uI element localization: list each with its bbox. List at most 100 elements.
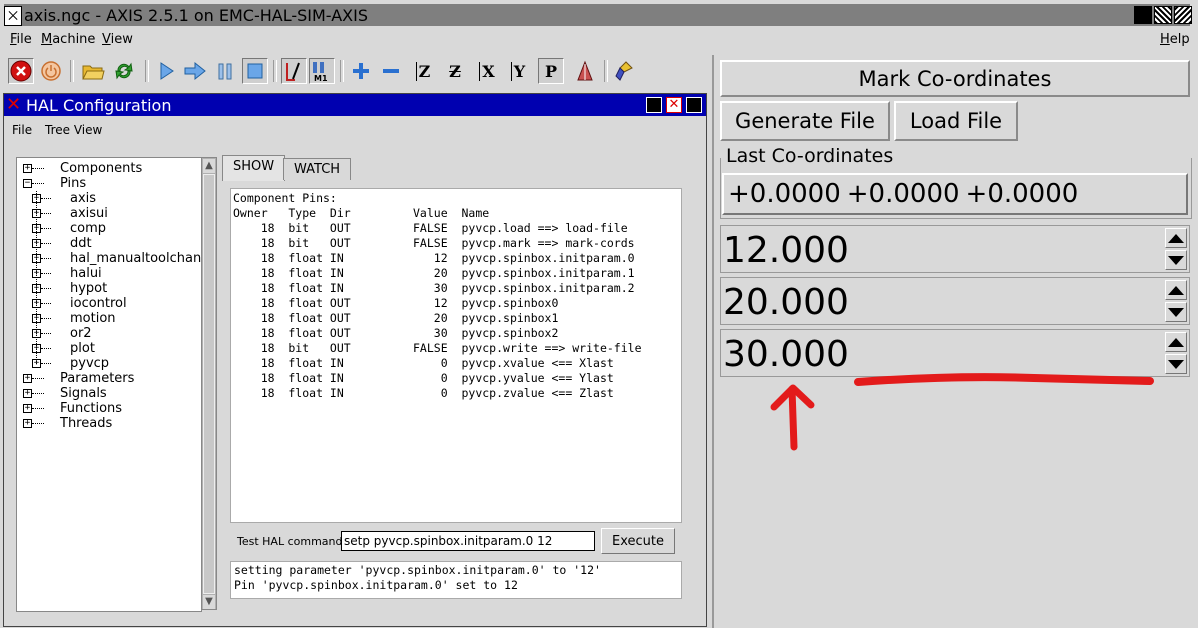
tree-item-hal-manualtoolchang[interactable]: + hal_manualtoolchang — [17, 251, 201, 266]
tree-connector — [41, 288, 51, 289]
hal-command-input[interactable] — [341, 531, 595, 551]
tree-item-label: pyvcp — [70, 356, 110, 371]
tree-connector — [32, 378, 44, 379]
zoom-in-icon[interactable] — [348, 58, 374, 84]
tree-item-axis[interactable]: + axis — [17, 191, 201, 206]
tree-item-motion[interactable]: + motion — [17, 311, 201, 326]
scroll-up-icon[interactable]: ▲ — [203, 159, 215, 173]
hal-menu-bar: File Tree View — [4, 118, 704, 140]
expand-icon[interactable]: + — [23, 374, 32, 383]
step-icon[interactable] — [182, 58, 208, 84]
tree-item-label: plot — [70, 341, 95, 356]
command-label: Test HAL command : — [237, 535, 350, 548]
estop-icon[interactable] — [8, 58, 34, 84]
tree-item-iocontrol[interactable]: + iocontrol — [17, 296, 201, 311]
expand-icon[interactable]: + — [23, 164, 32, 173]
window-title: axis.ngc - AXIS 2.5.1 on EMC-HAL-SIM-AXI… — [24, 6, 368, 25]
pause-icon[interactable] — [212, 58, 238, 84]
component-pins-text: Component Pins: Owner Type Dir Value Nam… — [233, 191, 642, 400]
hal-menu-tree-view[interactable]: Tree View — [45, 123, 102, 137]
tree-connector — [41, 198, 51, 199]
tree-item-components[interactable]: + Components — [17, 161, 201, 176]
tab-watch[interactable]: WATCH — [283, 158, 352, 180]
toggle-program-icon[interactable] — [572, 58, 598, 84]
minimize-icon[interactable] — [1134, 6, 1152, 24]
expand-icon[interactable]: + — [23, 389, 32, 398]
optional-stop-icon[interactable]: M1 — [309, 58, 335, 84]
menu-bar: File Machine View Help — [0, 30, 1198, 50]
tree-item-label: axis — [70, 191, 97, 206]
close-window-icon[interactable] — [1174, 6, 1192, 24]
pyvcp-panel: Mark Co-ordinates Generate File Load Fil… — [712, 55, 1198, 628]
tree-connector — [41, 258, 51, 259]
hal-title-bar[interactable]: ✕ HAL Configuration ✕ — [4, 94, 706, 116]
rotated-z-view-icon[interactable]: Z — [442, 58, 468, 84]
tree-item-pyvcp[interactable]: + pyvcp — [17, 356, 201, 371]
hal-minimize-icon[interactable] — [646, 97, 662, 113]
perspective-p-icon[interactable]: P — [538, 58, 564, 84]
app-icon[interactable]: ⨉ — [4, 6, 22, 26]
window-title-bar[interactable]: ⨉ axis.ngc - AXIS 2.5.1 on EMC-HAL-SIM-A… — [0, 0, 1198, 30]
tree-connector — [41, 243, 51, 244]
expand-icon[interactable]: + — [23, 404, 32, 413]
tree-item-comp[interactable]: + comp — [17, 221, 201, 236]
tree-item-label: halui — [70, 266, 102, 281]
red-annotation — [770, 373, 1154, 451]
power-icon[interactable] — [38, 58, 64, 84]
hal-close-button-icon[interactable]: ✕ — [666, 97, 682, 113]
top-view-z-icon[interactable]: Z — [410, 58, 436, 84]
stop-icon[interactable] — [242, 58, 268, 84]
open-file-icon[interactable] — [80, 58, 106, 84]
expand-icon[interactable]: + — [23, 419, 32, 428]
tree-item-label: or2 — [70, 326, 92, 341]
menu-file[interactable]: File — [10, 32, 32, 47]
scroll-thumb[interactable] — [203, 174, 215, 594]
tree-item-plot[interactable]: + plot — [17, 341, 201, 356]
hal-menu-file[interactable]: File — [12, 123, 32, 137]
hal-maximize-icon[interactable] — [686, 97, 702, 113]
hal-tree[interactable]: + Components − Pins + axis + axisui + comp + ddt + ha… — [16, 157, 202, 612]
run-icon[interactable] — [153, 58, 179, 84]
menu-machine[interactable]: Machine — [41, 32, 95, 47]
hal-window-title: HAL Configuration — [26, 96, 172, 115]
tree-guide-line — [36, 191, 37, 364]
tree-item-label: Components — [60, 161, 143, 176]
tree-item-threads[interactable]: + Threads — [17, 416, 201, 431]
tree-item-label: comp — [70, 221, 107, 236]
tree-item-label: Functions — [60, 401, 123, 416]
view-x-icon[interactable]: X — [474, 58, 500, 84]
tree-item-or2[interactable]: + or2 — [17, 326, 201, 341]
tab-show[interactable]: SHOW — [222, 155, 286, 181]
svg-text:M1: M1 — [314, 74, 328, 82]
view-y-icon[interactable]: Y — [505, 58, 531, 84]
tree-item-ddt[interactable]: + ddt — [17, 236, 201, 251]
tree-connector — [41, 213, 51, 214]
tree-item-signals[interactable]: + Signals — [17, 386, 201, 401]
block-delete-icon[interactable] — [281, 58, 307, 84]
tree-item-halui[interactable]: + halui — [17, 266, 201, 281]
tree-item-label: Pins — [60, 176, 87, 191]
tree-item-label: hal_manualtoolchang — [70, 251, 202, 266]
hal-close-icon[interactable]: ✕ — [6, 96, 21, 114]
scroll-down-icon[interactable]: ▼ — [203, 595, 215, 609]
menu-view[interactable]: View — [102, 32, 133, 47]
tree-item-axisui[interactable]: + axisui — [17, 206, 201, 221]
tree-item-pins[interactable]: − Pins — [17, 176, 201, 191]
maximize-icon[interactable] — [1154, 6, 1172, 24]
execute-button[interactable]: Execute — [601, 528, 675, 554]
tree-item-functions[interactable]: + Functions — [17, 401, 201, 416]
tree-item-hypot[interactable]: + hypot — [17, 281, 201, 296]
command-output-text: setting parameter 'pyvcp.spinbox.initpar… — [234, 563, 601, 592]
collapse-icon[interactable]: − — [23, 179, 32, 188]
reload-icon[interactable] — [111, 58, 137, 84]
tree-item-label: axisui — [70, 206, 108, 221]
tree-item-label: Threads — [60, 416, 113, 431]
tree-connector — [32, 393, 44, 394]
show-pane: Component Pins: Owner Type Dir Value Nam… — [230, 188, 682, 523]
clear-plot-icon[interactable] — [612, 58, 638, 84]
menu-help[interactable]: Help — [1160, 32, 1190, 47]
zoom-out-icon[interactable] — [378, 58, 404, 84]
tree-item-parameters[interactable]: + Parameters — [17, 371, 201, 386]
tree-item-label: ddt — [70, 236, 92, 251]
tree-scrollbar[interactable]: ▲ ▼ — [201, 157, 217, 610]
